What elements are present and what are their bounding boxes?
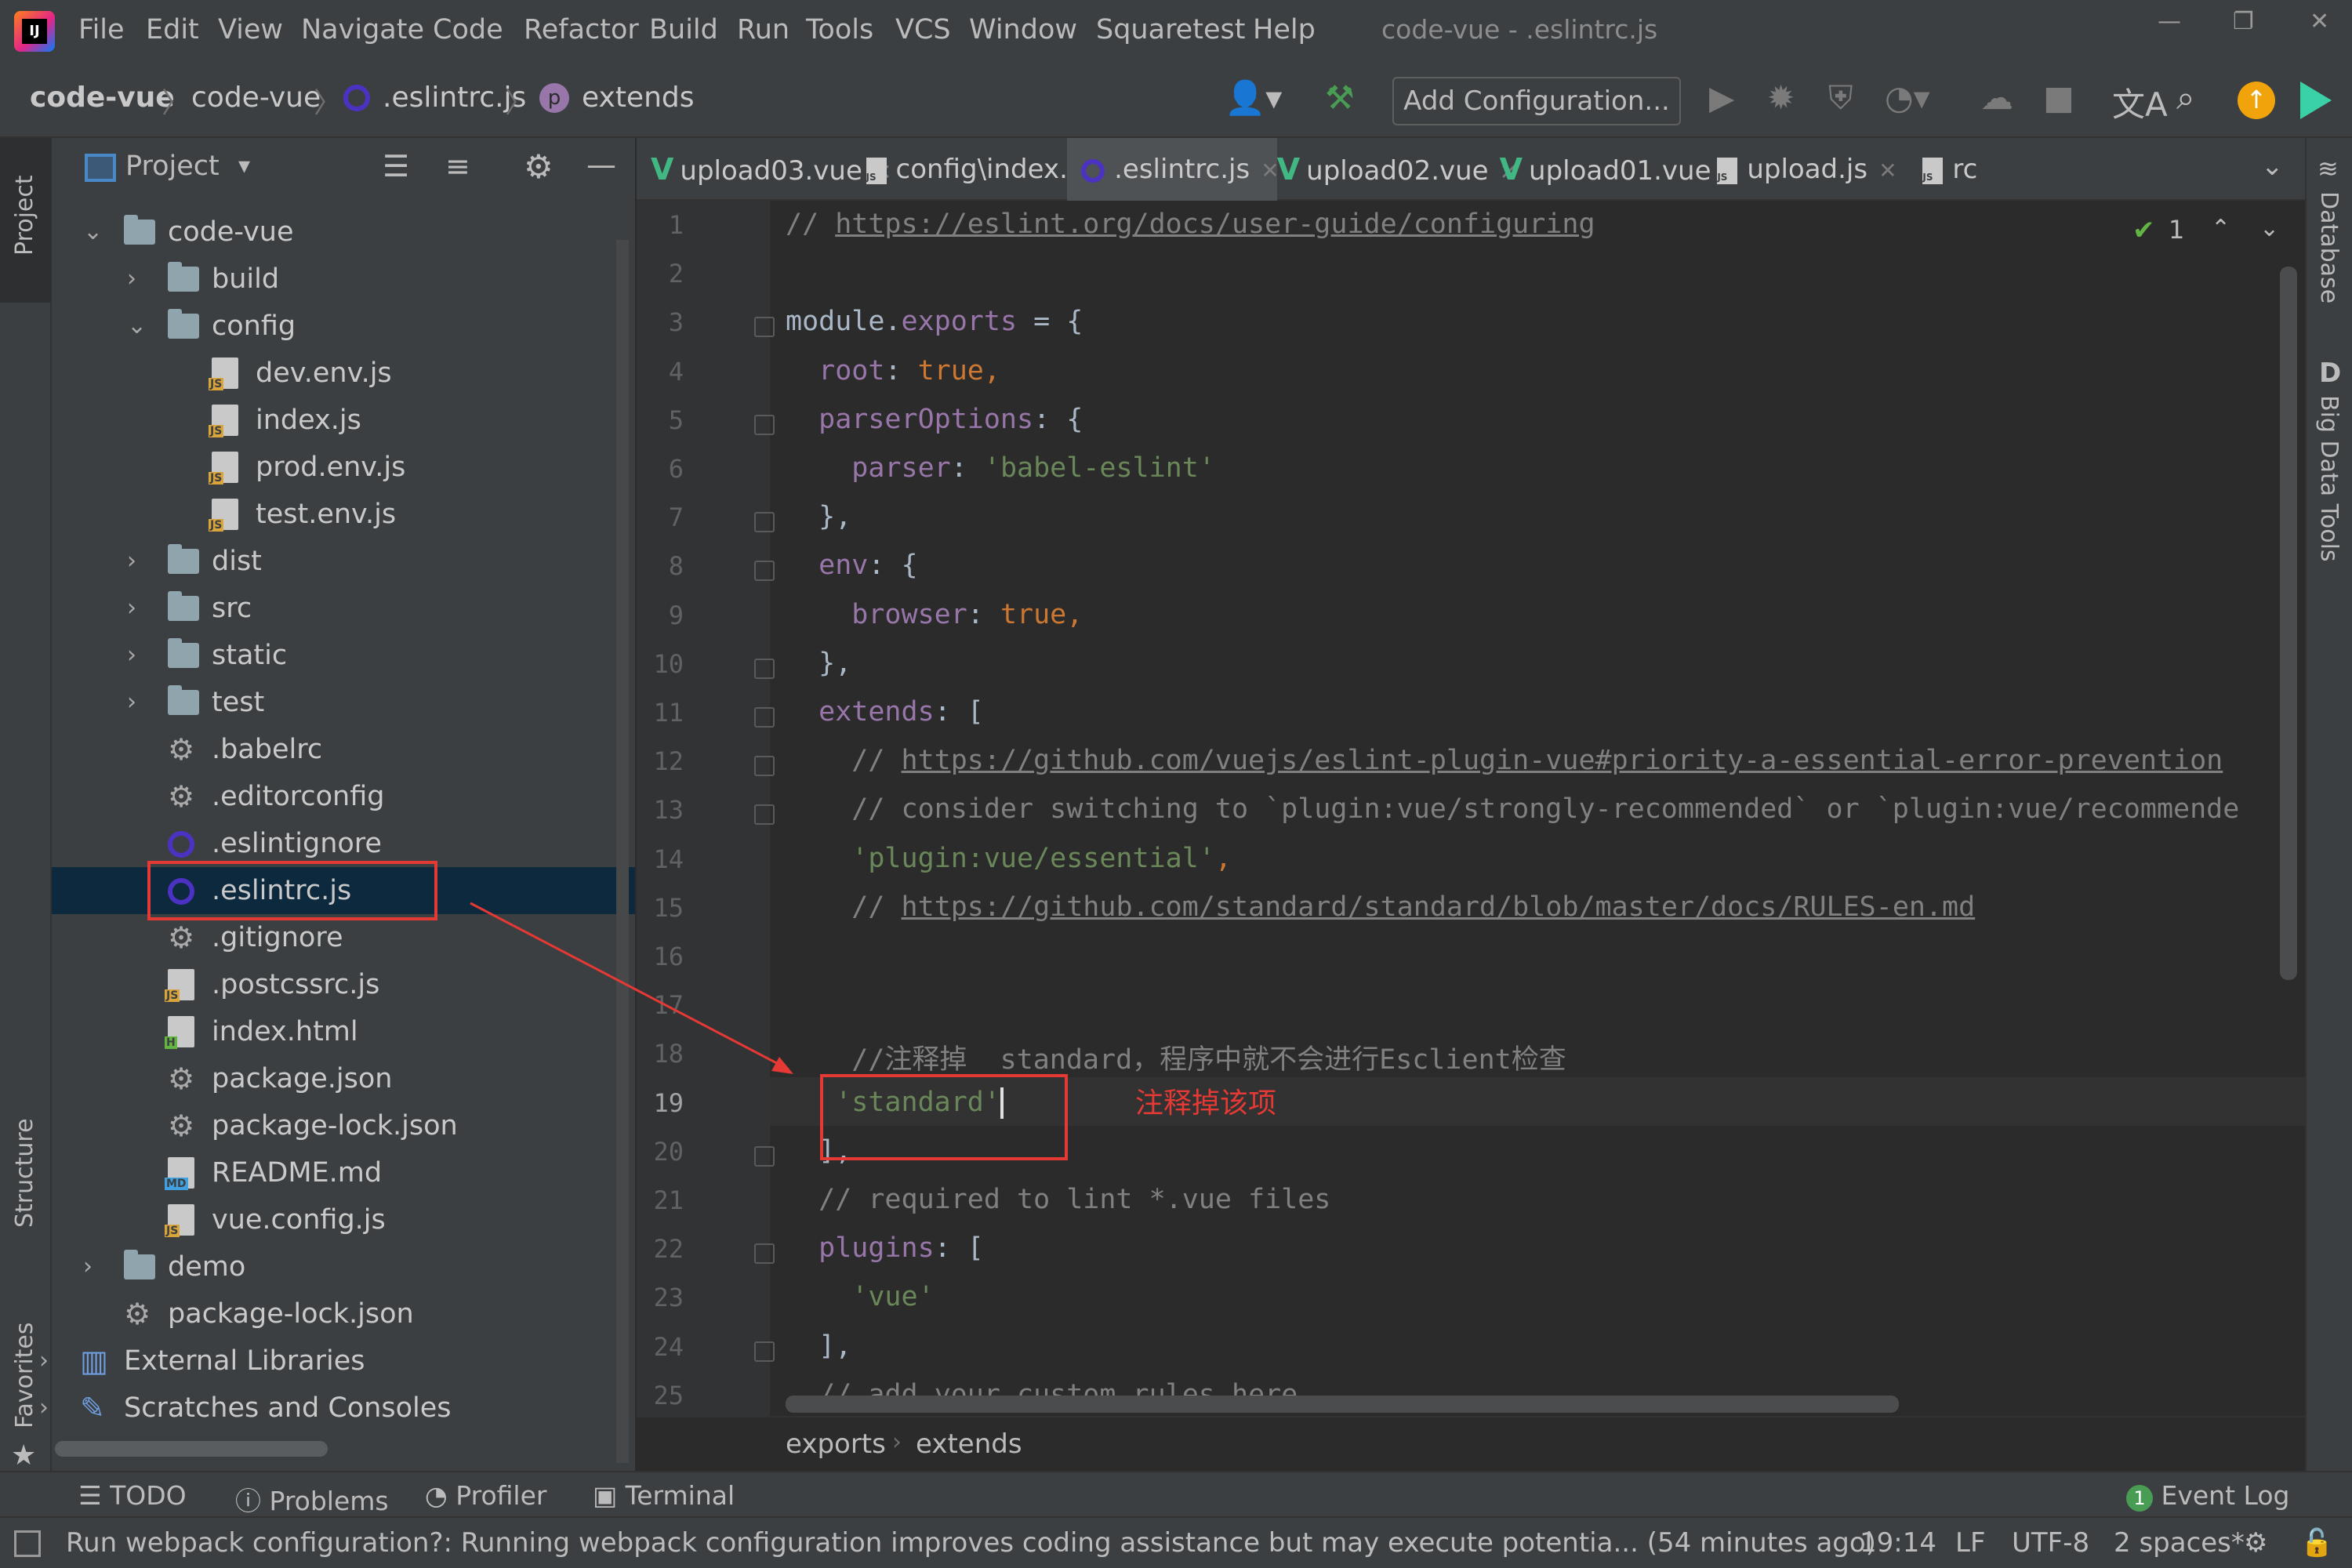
annotation-note: 注释掉该项	[1135, 1087, 1277, 1120]
annotation-arrow	[470, 902, 793, 1074]
arrow-head	[771, 1057, 793, 1074]
arrow-line	[470, 902, 789, 1071]
